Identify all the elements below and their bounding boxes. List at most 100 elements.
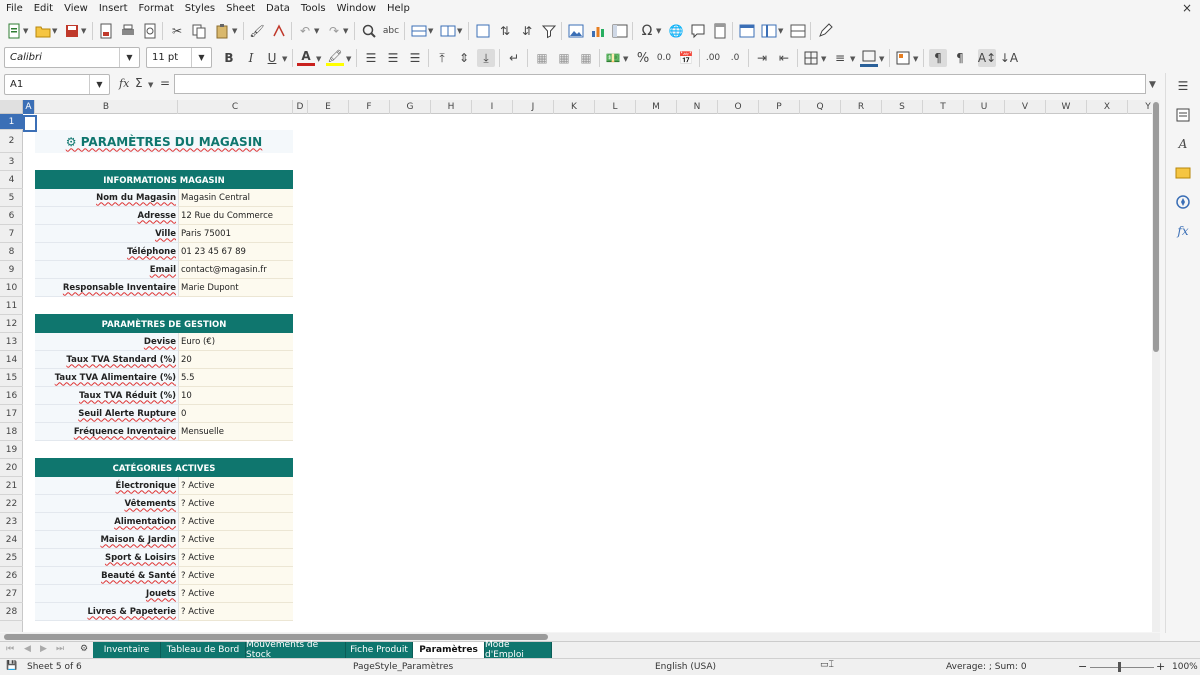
sum-icon[interactable]: Σ — [135, 76, 143, 90]
setting-value[interactable]: ? Active — [178, 495, 293, 513]
column-header-e[interactable]: E — [308, 100, 349, 114]
column-header-h[interactable]: H — [431, 100, 472, 114]
freeze-rows-columns-icon[interactable] — [760, 22, 778, 40]
menu-format[interactable]: Format — [139, 3, 174, 14]
close-document-icon[interactable]: × — [1182, 1, 1192, 15]
hyperlink-icon[interactable]: 🌐 — [667, 22, 685, 40]
setting-label[interactable]: Taux TVA Alimentaire (%) — [35, 369, 178, 387]
menu-data[interactable]: Data — [266, 3, 290, 14]
font-size-dropdown-icon[interactable]: ▼ — [191, 48, 211, 67]
column-header-s[interactable]: S — [882, 100, 923, 114]
styles-icon[interactable]: A — [1174, 135, 1192, 153]
zoom-in-button[interactable]: + — [1156, 660, 1165, 673]
comment-icon[interactable] — [689, 22, 707, 40]
setting-value[interactable]: Euro (€) — [178, 333, 293, 351]
tab-first-icon[interactable]: ⏮ — [6, 644, 14, 654]
setting-label[interactable]: Sport & Loisirs — [35, 549, 178, 567]
define-print-area-icon[interactable] — [738, 22, 756, 40]
navigator-icon[interactable] — [1174, 193, 1192, 211]
setting-value[interactable]: ? Active — [178, 477, 293, 495]
setting-label[interactable]: Taux TVA Réduit (%) — [35, 387, 178, 405]
bold-button[interactable]: B — [220, 49, 238, 67]
select-all-corner[interactable] — [0, 100, 23, 114]
zoom-out-button[interactable]: − — [1078, 660, 1087, 673]
name-box[interactable]: A1 ▼ — [4, 74, 110, 95]
sort-ascending-icon[interactable]: ⇅ — [496, 22, 514, 40]
vertical-scrollbar[interactable] — [1152, 100, 1160, 632]
setting-value[interactable]: ? Active — [178, 603, 293, 621]
tab-prev-icon[interactable]: ◀ — [24, 644, 31, 654]
sheet-tab-6[interactable]: Mode d'Emploi — [485, 640, 552, 660]
font-color-button[interactable]: A — [297, 48, 315, 66]
setting-value[interactable]: Magasin Central — [178, 189, 293, 207]
left-to-right-icon[interactable]: ¶ — [929, 49, 947, 67]
setting-value[interactable]: ? Active — [178, 513, 293, 531]
row-icon[interactable] — [410, 22, 428, 40]
clear-formatting-icon[interactable] — [270, 22, 288, 40]
row-header-16[interactable]: 16 — [0, 387, 23, 405]
insert-image-icon[interactable] — [567, 22, 585, 40]
spelling-icon[interactable]: abc — [382, 22, 400, 40]
sum-dropdown-icon[interactable]: ▼ — [148, 81, 153, 89]
headers-footers-icon[interactable] — [711, 22, 729, 40]
row-header-13[interactable]: 13 — [0, 333, 23, 351]
setting-label[interactable]: Téléphone — [35, 243, 178, 261]
sheet-tab-3[interactable]: Mouvements de Stock — [246, 640, 346, 660]
setting-label[interactable]: Maison & Jardin — [35, 531, 178, 549]
paste-dropdown-icon[interactable]: ▼ — [232, 27, 237, 35]
redo-icon[interactable]: ↷ — [325, 22, 343, 40]
align-left-icon[interactable]: ☰ — [362, 49, 380, 67]
zoom-slider-handle[interactable] — [1118, 662, 1121, 672]
column-header-j[interactable]: J — [513, 100, 554, 114]
setting-value[interactable]: 12 Rue du Commerce — [178, 207, 293, 225]
column-header-b[interactable]: B — [35, 100, 178, 114]
selection-mode-icon[interactable]: ▭⌶ — [820, 660, 834, 670]
setting-value[interactable]: ? Active — [178, 549, 293, 567]
column-header-i[interactable]: I — [472, 100, 513, 114]
row-dropdown-icon[interactable]: ▼ — [428, 27, 433, 35]
copy-icon[interactable] — [190, 22, 208, 40]
column-dropdown-icon[interactable]: ▼ — [457, 27, 462, 35]
decrease-indent-icon[interactable]: ⇤ — [775, 49, 793, 67]
expand-formula-icon[interactable]: ▼ — [1149, 80, 1156, 90]
sort-descending-icon[interactable]: ⇵ — [518, 22, 536, 40]
special-character-icon[interactable]: Ω — [638, 22, 656, 40]
column-header-q[interactable]: Q — [800, 100, 841, 114]
row-header-22[interactable]: 22 — [0, 495, 23, 513]
horizontal-scrollbar[interactable] — [0, 633, 1160, 641]
sidebar-menu-icon[interactable]: ☰ — [1174, 77, 1192, 95]
zoom-slider[interactable] — [1090, 667, 1154, 668]
setting-value[interactable]: Paris 75001 — [178, 225, 293, 243]
undo-icon[interactable]: ↶ — [296, 22, 314, 40]
language[interactable]: English (USA) — [655, 662, 716, 672]
setting-label[interactable]: Jouets — [35, 585, 178, 603]
borders-dropdown-icon[interactable]: ▼ — [821, 55, 826, 63]
row-header-2[interactable]: 2 — [0, 130, 23, 153]
functions-icon[interactable]: fx — [1174, 222, 1192, 240]
formula-input[interactable] — [174, 74, 1146, 94]
formula-equals-icon[interactable]: = — [160, 76, 170, 90]
tab-last-icon[interactable]: ⏭ — [56, 644, 64, 654]
row-header-3[interactable]: 3 — [0, 153, 23, 171]
sheet-tab-1[interactable]: Inventaire — [93, 642, 161, 658]
column-icon[interactable] — [439, 22, 457, 40]
setting-label[interactable]: Fréquence Inventaire — [35, 423, 178, 441]
row-header-1[interactable]: 1 — [0, 114, 23, 130]
add-sheet-icon[interactable]: ⚙ — [80, 644, 88, 654]
right-to-left-icon[interactable]: ¶ — [951, 49, 969, 67]
column-header-o[interactable]: O — [718, 100, 759, 114]
setting-label[interactable]: Livres & Papeterie — [35, 603, 178, 621]
border-color-dropdown-icon[interactable]: ▼ — [879, 55, 884, 63]
save-icon[interactable] — [63, 22, 81, 40]
paste-icon[interactable] — [213, 22, 231, 40]
merge-cells-icon[interactable]: ▦ — [555, 49, 573, 67]
setting-value[interactable]: 5.5 — [178, 369, 293, 387]
setting-value[interactable]: contact@magasin.fr — [178, 261, 293, 279]
column-header-p[interactable]: P — [759, 100, 800, 114]
page-style[interactable]: PageStyle_Paramètres — [353, 662, 453, 672]
properties-icon[interactable] — [1174, 106, 1192, 124]
number-format-button[interactable]: 0.0 — [655, 49, 673, 67]
page-title[interactable]: ⚙ PARAMÈTRES DU MAGASIN — [35, 130, 293, 153]
menu-edit[interactable]: Edit — [34, 3, 53, 14]
cut-icon[interactable]: ✂ — [168, 22, 186, 40]
